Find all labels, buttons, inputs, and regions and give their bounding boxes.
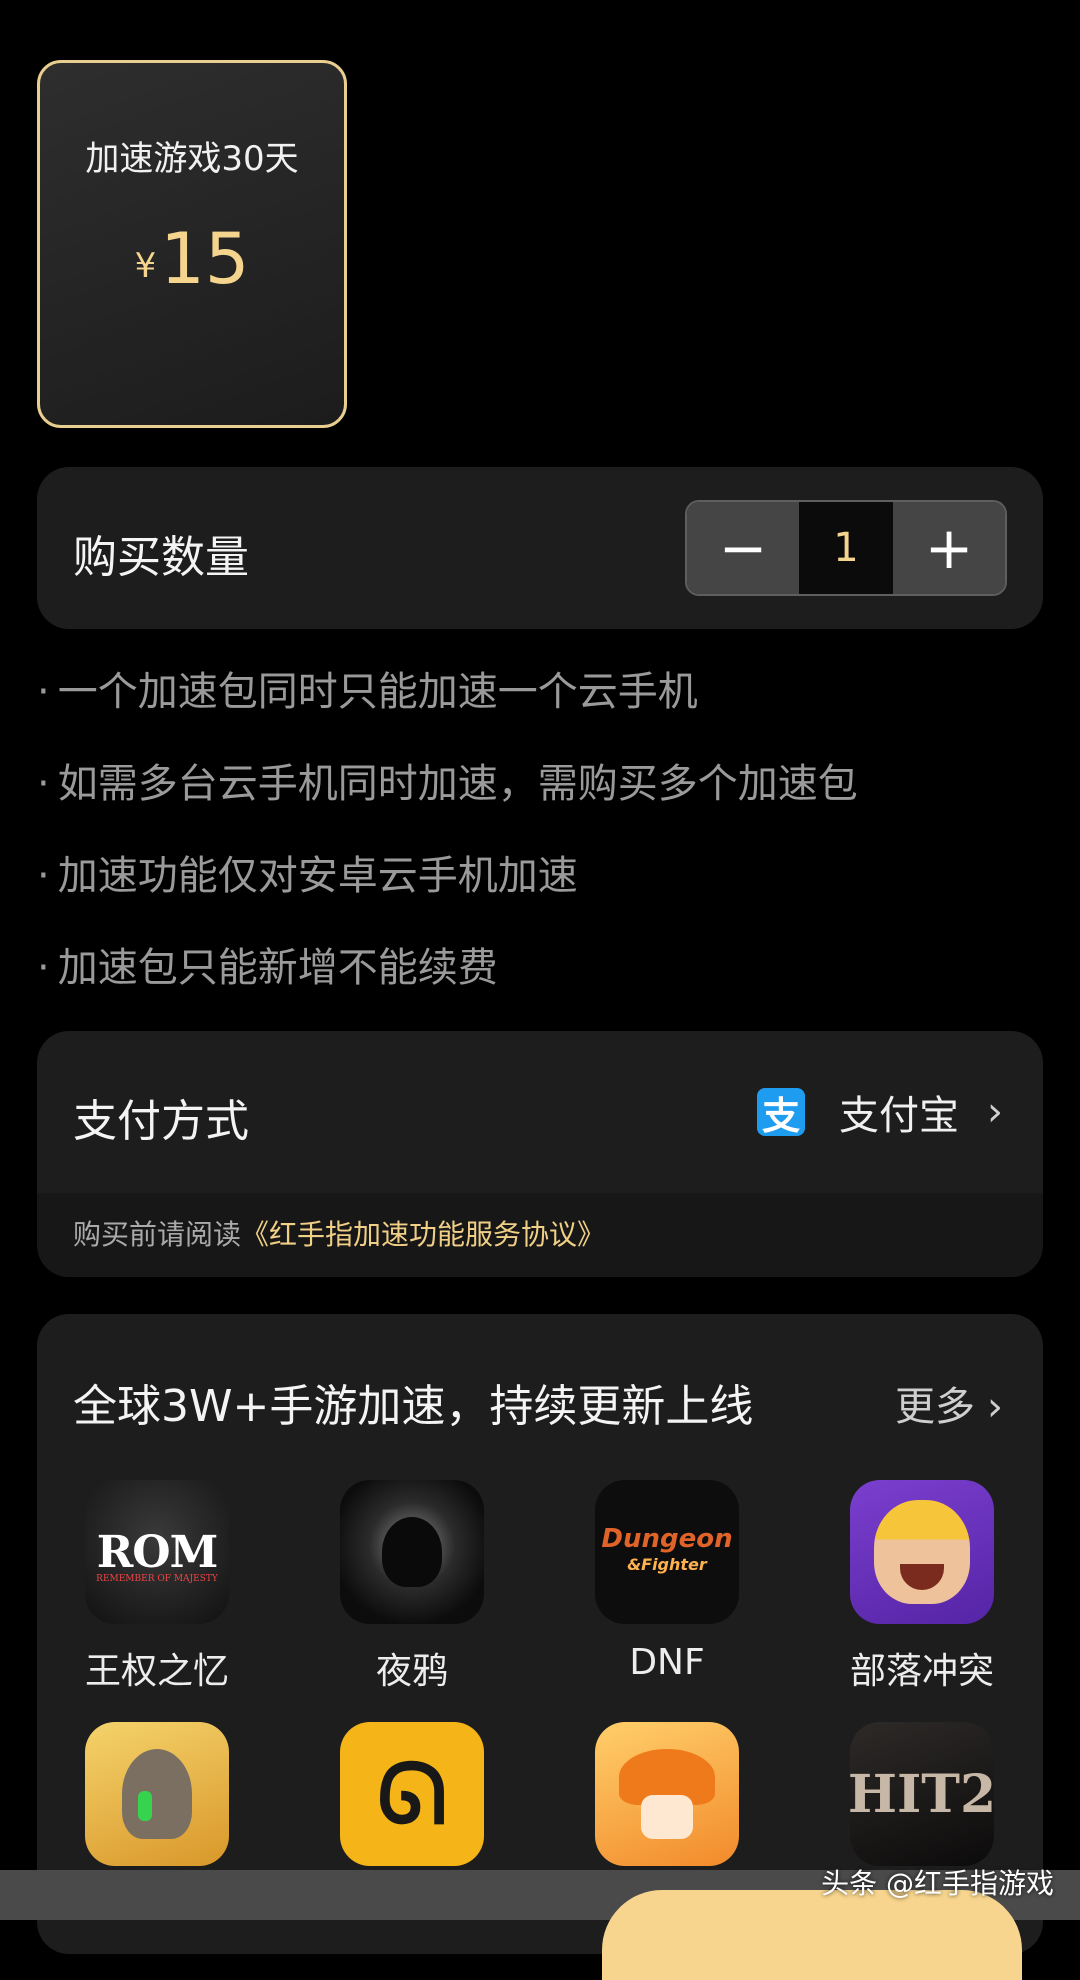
quantity-label: 购买数量 bbox=[73, 532, 249, 583]
package-card-30-days[interactable]: 加速游戏30天 ¥15 bbox=[37, 60, 347, 428]
clash-of-clans-icon bbox=[850, 1480, 994, 1624]
package-title: 加速游戏30天 bbox=[85, 139, 299, 179]
game-name: DNF bbox=[629, 1642, 705, 1683]
decrease-button[interactable]: − bbox=[687, 502, 799, 594]
bird-icon bbox=[85, 1722, 229, 1866]
note-item: · 加速包只能新增不能续费 bbox=[37, 945, 498, 991]
note-item: · 加速功能仅对安卓云手机加速 bbox=[37, 853, 578, 899]
crow-icon bbox=[340, 1480, 484, 1624]
game-name: 王权之忆 bbox=[84, 1651, 229, 1692]
payment-method-name: 支付宝 bbox=[839, 1093, 959, 1139]
game-name: 夜鸦 bbox=[375, 1651, 448, 1692]
payment-panel: 支付方式 支 支付宝 › 购买前请阅读《红手指加速功能服务协议》 bbox=[37, 1031, 1043, 1277]
watermark: 头条 @红手指游戏 bbox=[821, 1867, 1054, 1900]
quantity-stepper: − 1 + bbox=[685, 500, 1007, 596]
purchase-button[interactable] bbox=[602, 1890, 1022, 1980]
note-item: · 一个加速包同时只能加速一个云手机 bbox=[37, 669, 698, 715]
more-games-link[interactable]: 更多 › bbox=[895, 1374, 1003, 1432]
package-price: ¥15 bbox=[40, 218, 344, 300]
game-item-rom[interactable]: ROM REMEMBER OF MAJESTY 王权之忆 bbox=[57, 1480, 257, 1694]
game-item-nightcrows[interactable]: 夜鸦 bbox=[312, 1480, 512, 1694]
chevron-right-icon: › bbox=[987, 1384, 1003, 1430]
agreement-text: 购买前请阅读《红手指加速功能服务协议》 bbox=[73, 1218, 606, 1251]
dragon-icon: ᘏ bbox=[340, 1722, 484, 1866]
game-item-5[interactable] bbox=[57, 1722, 257, 1866]
payment-method-row: 支付方式 支 支付宝 › bbox=[37, 1031, 1043, 1193]
hit2-icon: HIT2 bbox=[850, 1722, 994, 1866]
price-amount: 15 bbox=[160, 218, 250, 300]
game-item-6[interactable]: ᘏ bbox=[312, 1722, 512, 1866]
currency-symbol: ¥ bbox=[134, 246, 157, 286]
chevron-right-icon: › bbox=[987, 1089, 1003, 1135]
quantity-value[interactable]: 1 bbox=[799, 502, 893, 594]
notes-list: · 一个加速包同时只能加速一个云手机 · 如需多台云手机同时加速，需购买多个加速包 … bbox=[37, 662, 1037, 1030]
games-panel: 全球3W+手游加速，持续更新上线 更多 › ROM REMEMBER OF MAJE… bbox=[37, 1314, 1043, 1954]
quantity-panel: 购买数量 − 1 + bbox=[37, 467, 1043, 629]
agreement-row: 购买前请阅读《红手指加速功能服务协议》 bbox=[37, 1193, 1043, 1277]
dnf-icon: Dungeon &Fighter bbox=[595, 1480, 739, 1624]
rom-icon: ROM REMEMBER OF MAJESTY bbox=[85, 1480, 229, 1624]
payment-method-selector[interactable]: 支 支付宝 › bbox=[757, 1086, 1003, 1139]
game-item-dnf[interactable]: Dungeon &Fighter DNF bbox=[567, 1480, 767, 1683]
game-item-8[interactable]: HIT2 bbox=[822, 1722, 1022, 1866]
games-section-title: 全球3W+手游加速，持续更新上线 bbox=[73, 1381, 754, 1432]
game-item-7[interactable] bbox=[567, 1722, 767, 1866]
game-item-clash-of-clans[interactable]: 部落冲突 bbox=[822, 1480, 1022, 1694]
increase-button[interactable]: + bbox=[893, 502, 1005, 594]
game-name: 部落冲突 bbox=[849, 1651, 994, 1692]
agreement-link[interactable]: 《红手指加速功能服务协议》 bbox=[241, 1218, 605, 1251]
payment-label: 支付方式 bbox=[73, 1096, 249, 1147]
alipay-icon: 支 bbox=[757, 1088, 805, 1138]
maple-mushroom-icon bbox=[595, 1722, 739, 1866]
note-item: · 如需多台云手机同时加速，需购买多个加速包 bbox=[37, 761, 858, 807]
